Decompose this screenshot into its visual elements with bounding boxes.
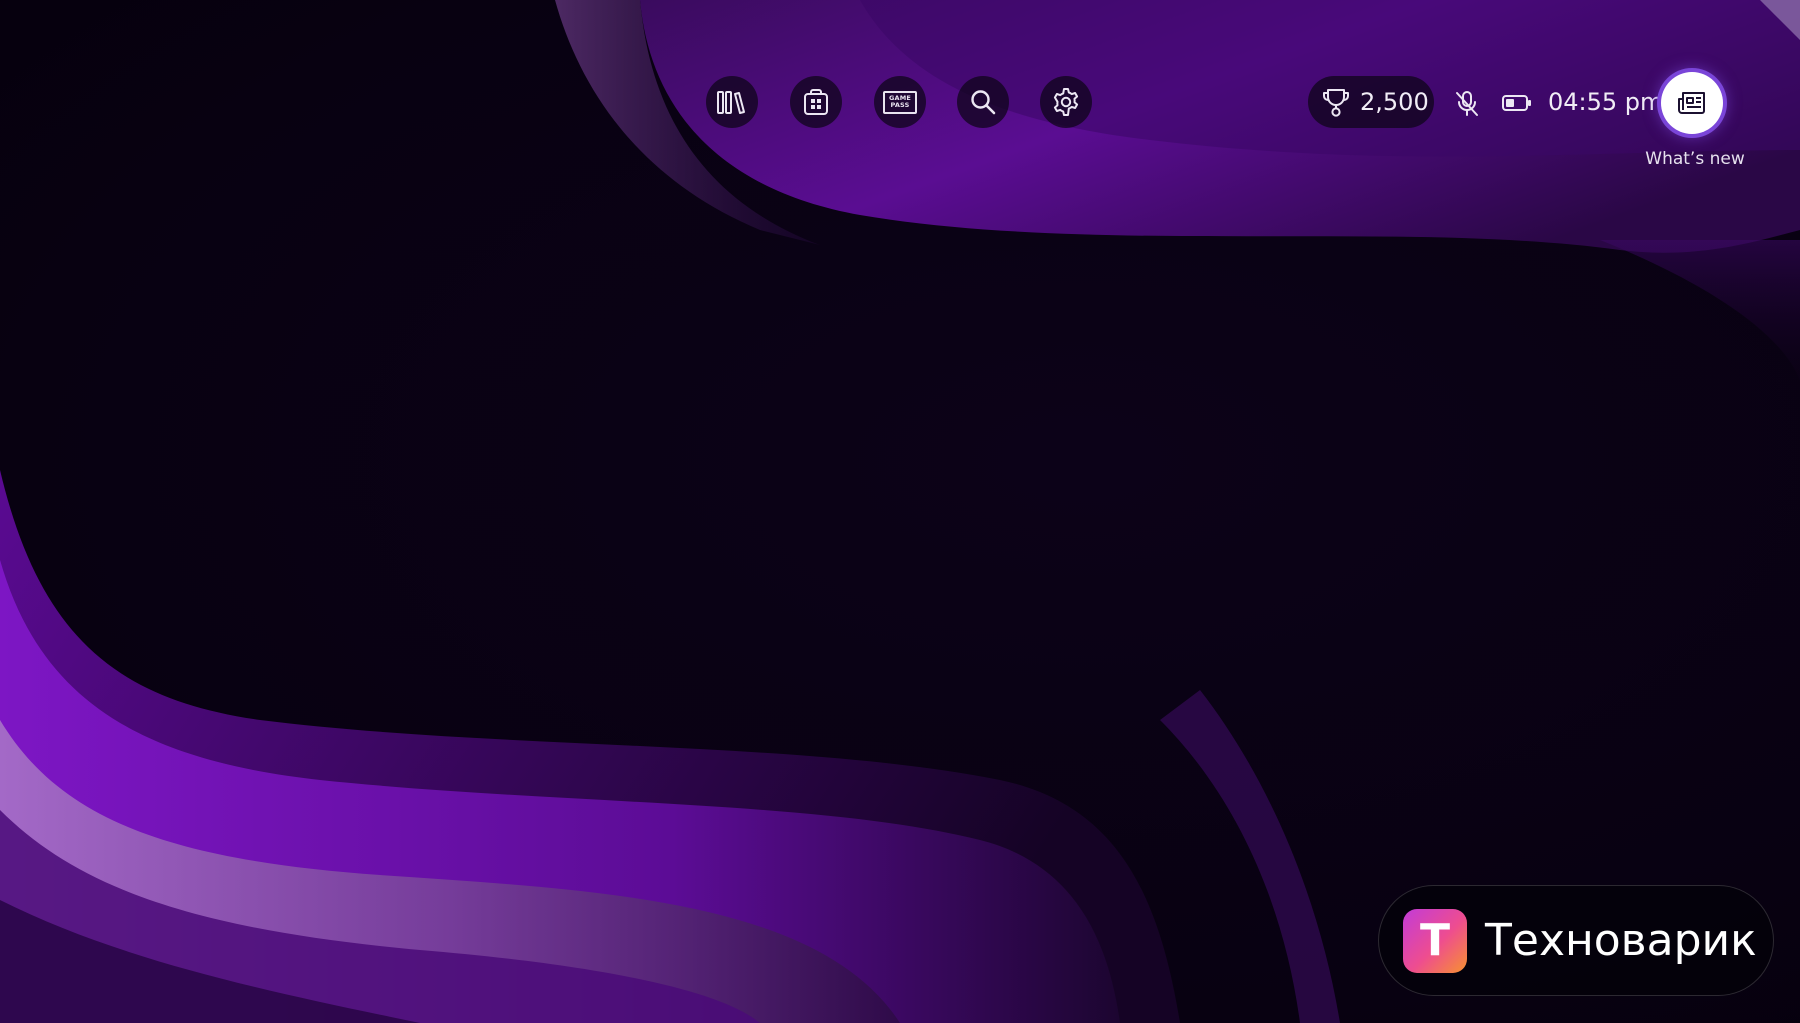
game-pass-button[interactable]: GAME PASS [874, 76, 926, 128]
search-button[interactable] [957, 76, 1009, 128]
news-icon [1678, 92, 1705, 114]
home-screen: GAME PASS 2,500 04:55 pm What’s new Т Те… [0, 0, 1800, 1023]
game-pass-badge-line2: PASS [890, 101, 910, 109]
channel-watermark: Т Техноварик [1378, 885, 1774, 996]
channel-logo-letter: Т [1419, 914, 1450, 966]
gear-icon [1053, 88, 1079, 116]
rewards-trophy-icon [1323, 89, 1349, 117]
mic-muted-icon [1456, 91, 1478, 116]
rewards-points[interactable]: 2,500 [1308, 76, 1434, 128]
wallpaper-waves [0, 0, 1800, 1023]
battery-icon [1502, 95, 1531, 111]
library-button[interactable] [706, 76, 758, 128]
settings-button[interactable] [1040, 76, 1092, 128]
library-icon [717, 91, 745, 114]
search-icon [971, 90, 996, 115]
store-icon [804, 89, 828, 115]
whats-new-label: What’s new [1645, 149, 1745, 169]
points-value: 2,500 [1360, 88, 1429, 116]
whats-new-button[interactable] [1661, 72, 1723, 134]
store-button[interactable] [790, 76, 842, 128]
clock: 04:55 pm [1548, 88, 1664, 116]
channel-name: Техноварик [1485, 915, 1757, 966]
channel-logo: Т [1403, 908, 1467, 973]
game-pass-icon: GAME PASS [883, 90, 917, 114]
